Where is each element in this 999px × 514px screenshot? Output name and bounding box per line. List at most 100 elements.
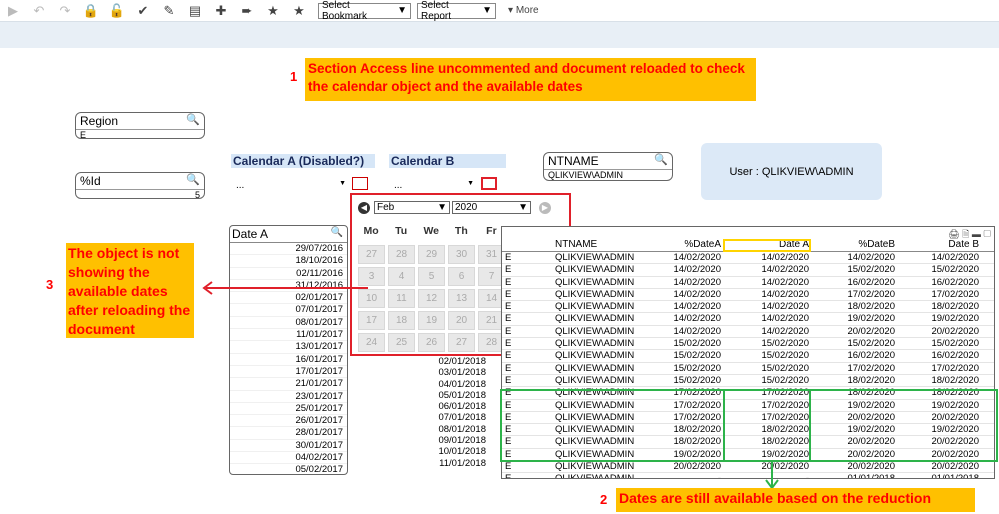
id-listbox[interactable]: %Id 🔍 5 (75, 172, 205, 200)
lock-icon[interactable]: 🔒 (78, 0, 104, 21)
calendar-day-cell[interactable]: 4 (388, 267, 415, 286)
next-month-icon[interactable]: ▶ (539, 201, 551, 214)
play-icon[interactable]: ▶ (0, 0, 26, 21)
calendar-a-button[interactable] (352, 177, 368, 190)
date-a-list-item[interactable]: 25/01/2017 (230, 403, 347, 416)
star-icon[interactable]: ★ (286, 0, 312, 21)
calendar-b-button[interactable] (481, 177, 497, 190)
calendar-day-cell[interactable]: 12 (418, 289, 445, 308)
calendar-b-value: ... (394, 180, 403, 191)
date-a-listbox[interactable]: Date A 🔍 29/07/2016 18/10/2016 02/11/2016 31… (229, 225, 348, 475)
table-row: E QLIKVIEW\ADMIN 14/02/2020 14/02/2020 18/02… (502, 301, 994, 314)
date-a-list-item[interactable]: 21/01/2017 (230, 378, 347, 391)
ntname-value[interactable]: QLIKVIEW\ADMIN (544, 170, 672, 180)
plus-icon[interactable]: ✚ (208, 0, 234, 21)
year-select[interactable]: 2020 ▼ (452, 201, 531, 214)
calendar-b-list-item[interactable]: 03/01/2018 (350, 367, 500, 378)
calendar-b-list-item[interactable]: 07/01/2018 (350, 412, 500, 423)
calendar-day-cell[interactable]: 13 (448, 289, 475, 308)
unlock-icon[interactable]: 🔓 (104, 0, 130, 21)
table-cell: QLIKVIEW\ADMIN (555, 461, 635, 473)
table-cell: 20/02/2020 (847, 325, 895, 337)
calendar-day-cell[interactable]: 29 (418, 245, 445, 264)
redo-icon[interactable]: ↷ (52, 0, 78, 21)
id-value[interactable]: 5 (76, 190, 204, 200)
table-cell: 15/02/2020 (761, 362, 809, 374)
date-a-list-item[interactable]: 05/02/2017 (230, 464, 347, 474)
date-a-header-highlight (723, 239, 811, 252)
calendar-b-list-item[interactable]: 09/01/2018 (350, 435, 500, 446)
table-header-cell[interactable]: %DateA (640, 239, 725, 251)
calendar-day-cell[interactable]: 27 (448, 333, 475, 352)
date-a-list-item[interactable]: 13/01/2017 (230, 341, 347, 354)
calendar-day-cell[interactable]: 30 (448, 245, 475, 264)
edit-icon[interactable]: ✎ (156, 0, 182, 21)
calendar-day-cell[interactable]: 17 (358, 311, 385, 330)
calendar-day-cell[interactable]: 6 (448, 267, 475, 286)
date-a-list-item[interactable]: 30/01/2017 (230, 440, 347, 453)
month-select[interactable]: Feb ▼ (374, 201, 450, 214)
calendar-day-cell[interactable]: 27 (358, 245, 385, 264)
date-a-list-item[interactable]: 04/02/2017 (230, 452, 347, 465)
date-a-list-item[interactable]: 16/01/2017 (230, 354, 347, 366)
date-a-list-item[interactable]: 23/01/2017 (230, 391, 347, 403)
check-icon[interactable]: ✔ (130, 0, 156, 21)
calendar-b-list-item[interactable]: 04/01/2018 (350, 379, 500, 390)
date-a-list-item[interactable]: 02/11/2016 (230, 268, 347, 280)
calendar-b-list-item[interactable]: 02/01/2018 (350, 356, 500, 367)
calendar-b-list-item[interactable]: 06/01/2018 (350, 401, 500, 412)
table-header-cell[interactable]: %DateB (811, 239, 897, 251)
calendar-day-cell[interactable]: 25 (388, 333, 415, 352)
table-cell: E (505, 264, 512, 276)
table-cell: 18/02/2020 (931, 301, 979, 313)
date-a-list-item[interactable]: 11/01/2017 (230, 329, 347, 342)
calendar-day-cell[interactable]: 20 (448, 311, 475, 330)
calendar-b-list-item[interactable]: 05/01/2018 (350, 390, 500, 401)
bookmark-select[interactable]: Select Bookmark ▼ (318, 0, 411, 22)
report-select[interactable]: Select Report ▼ (417, 0, 496, 22)
ntname-listbox[interactable]: NTNAME 🔍 QLIKVIEW\ADMIN (543, 152, 673, 181)
table-cell: - (717, 473, 721, 479)
table-header-cell[interactable] (502, 239, 550, 251)
table-cell: 01/01/2018 (931, 473, 979, 479)
table-cell: 20/02/2020 (931, 461, 979, 473)
calendar-day-cell[interactable]: 28 (388, 245, 415, 264)
star-add-icon[interactable]: ★ (260, 0, 286, 21)
table-cell: E (505, 362, 512, 374)
calendar-day-cell[interactable]: 19 (418, 311, 445, 330)
calendar-day-cell[interactable]: 18 (388, 311, 415, 330)
calendar-day-cell[interactable]: 26 (418, 333, 445, 352)
date-a-list-item[interactable]: 28/01/2017 (230, 427, 347, 440)
table-cell: 14/02/2020 (673, 288, 721, 300)
table-cell: 20/02/2020 (673, 461, 721, 473)
chart-icon[interactable]: ▤ (182, 0, 208, 21)
date-a-list-item[interactable]: 29/07/2016 (230, 243, 347, 256)
date-a-list-item[interactable]: 18/10/2016 (230, 255, 347, 268)
prev-month-icon[interactable]: ◀ (358, 201, 370, 214)
search-icon[interactable]: 🔍 (331, 227, 343, 238)
region-value[interactable]: E (76, 130, 204, 140)
search-icon[interactable]: 🔍 (654, 153, 668, 166)
region-listbox[interactable]: Region 🔍 E (75, 112, 205, 140)
table-cell: 14/02/2020 (761, 264, 809, 276)
table-row: E QLIKVIEW\ADMIN 14/02/2020 14/02/2020 17/02… (502, 288, 994, 302)
date-a-list-item[interactable]: 07/01/2017 (230, 304, 347, 317)
search-icon[interactable]: 🔍 (186, 113, 200, 126)
calendar-day-cell[interactable]: 5 (418, 267, 445, 286)
undo-icon[interactable]: ↶ (26, 0, 52, 21)
calendar-b-list-item[interactable]: 08/01/2018 (350, 424, 500, 435)
calendar-day-cell[interactable]: 24 (358, 333, 385, 352)
pin-icon[interactable]: ➨ (234, 0, 260, 21)
date-a-list-item[interactable]: 17/01/2017 (230, 366, 347, 379)
table-header-cell[interactable]: NTNAME (550, 239, 640, 251)
calendar-b-list-item[interactable]: 11/01/2018 (350, 458, 500, 469)
search-icon[interactable]: 🔍 (186, 173, 200, 186)
date-a-list-item[interactable]: 08/01/2017 (230, 317, 347, 330)
date-a-list-item[interactable]: 26/01/2017 (230, 415, 347, 428)
calendar-day-cell[interactable]: 11 (388, 289, 415, 308)
table-window-icons[interactable]: 🖨 🗎 ▬ ▢ (948, 227, 991, 243)
table-row: E QLIKVIEW\ADMIN 20/02/2020 20/02/2020 20/02… (502, 461, 994, 474)
table-cell: 14/02/2020 (761, 252, 809, 263)
more-menu[interactable]: ▾ More (508, 5, 539, 16)
calendar-b-list-item[interactable]: 10/01/2018 (350, 446, 500, 457)
